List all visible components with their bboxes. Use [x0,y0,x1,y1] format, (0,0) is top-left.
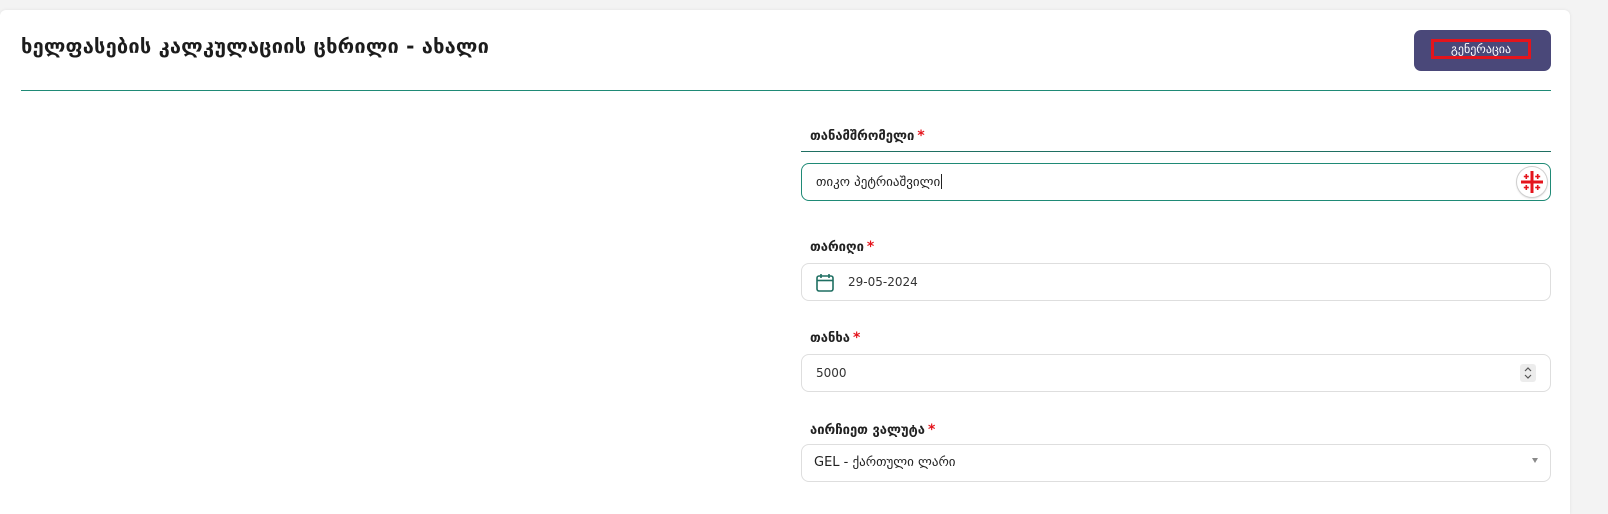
generate-button-label: გენერაცია [1431,39,1531,59]
chevron-down-icon[interactable] [1532,458,1538,463]
currency-selected-value: GEL - ქართული ლარი [814,455,956,470]
form-card: ხელფასების კალკულაციის ცხრილი - ახალი გე… [0,10,1570,514]
georgian-keyboard-icon[interactable] [1517,167,1547,197]
employee-value-text: თიკო პეტრიაშვილი [816,175,941,190]
calendar-icon[interactable] [816,273,834,296]
amount-label-text: თანხა [810,331,850,346]
text-caret [941,174,943,189]
required-mark: * [917,128,925,144]
date-label: თარიღი * [810,239,874,255]
required-mark: * [852,330,861,346]
required-mark: * [866,239,875,255]
page-title: ხელფასების კალკულაციის ცხრილი - ახალი [21,34,490,58]
employee-label: თანამშრომელი * [810,128,925,144]
amount-input[interactable]: 5000 [801,354,1551,392]
currency-select[interactable]: GEL - ქართული ლარი [801,444,1551,482]
date-value: 29-05-2024 [848,275,918,289]
employee-label-underline [801,151,1551,152]
employee-input[interactable]: თიკო პეტრიაშვილი [801,163,1551,201]
header-divider [21,90,1551,91]
amount-value: 5000 [816,366,847,380]
generate-button[interactable]: გენერაცია [1414,30,1551,71]
amount-label: თანხა * [810,330,860,346]
employee-label-text: თანამშრომელი [810,129,915,144]
date-input[interactable]: 29-05-2024 [801,263,1551,301]
date-label-text: თარიღი [810,240,864,255]
employee-input-value: თიკო პეტრიაშვილი [816,174,943,190]
currency-label-text: აირჩიეთ ვალუტა [810,423,925,438]
currency-label: აირჩიეთ ვალუტა * [810,422,935,438]
required-mark: * [927,422,936,438]
stepper-icon[interactable] [1520,364,1536,382]
